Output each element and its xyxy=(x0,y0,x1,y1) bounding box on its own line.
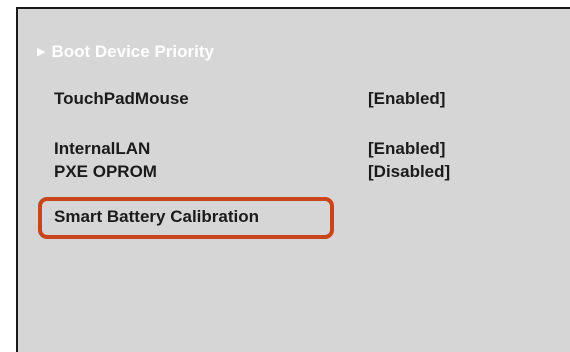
pxe-oprom-label[interactable]: PXE OPROM xyxy=(54,161,157,183)
internallan-label[interactable]: InternalLAN xyxy=(54,138,150,160)
internallan-value[interactable]: [Enabled] xyxy=(368,138,445,160)
submenu-arrow-icon: ▶ xyxy=(37,46,46,58)
pxe-oprom-value[interactable]: [Disabled] xyxy=(368,161,450,183)
boot-device-priority-submenu[interactable]: ▶ Boot Device Priority xyxy=(37,41,214,65)
submenu-label: Boot Device Priority xyxy=(51,42,214,61)
smart-battery-calibration-item[interactable]: Smart Battery Calibration xyxy=(54,206,259,228)
touchpadmouse-value[interactable]: [Enabled] xyxy=(368,88,445,110)
bios-screen: ▶ Boot Device Priority TouchPadMouse [Ena… xyxy=(16,7,570,352)
touchpadmouse-label[interactable]: TouchPadMouse xyxy=(54,88,189,110)
